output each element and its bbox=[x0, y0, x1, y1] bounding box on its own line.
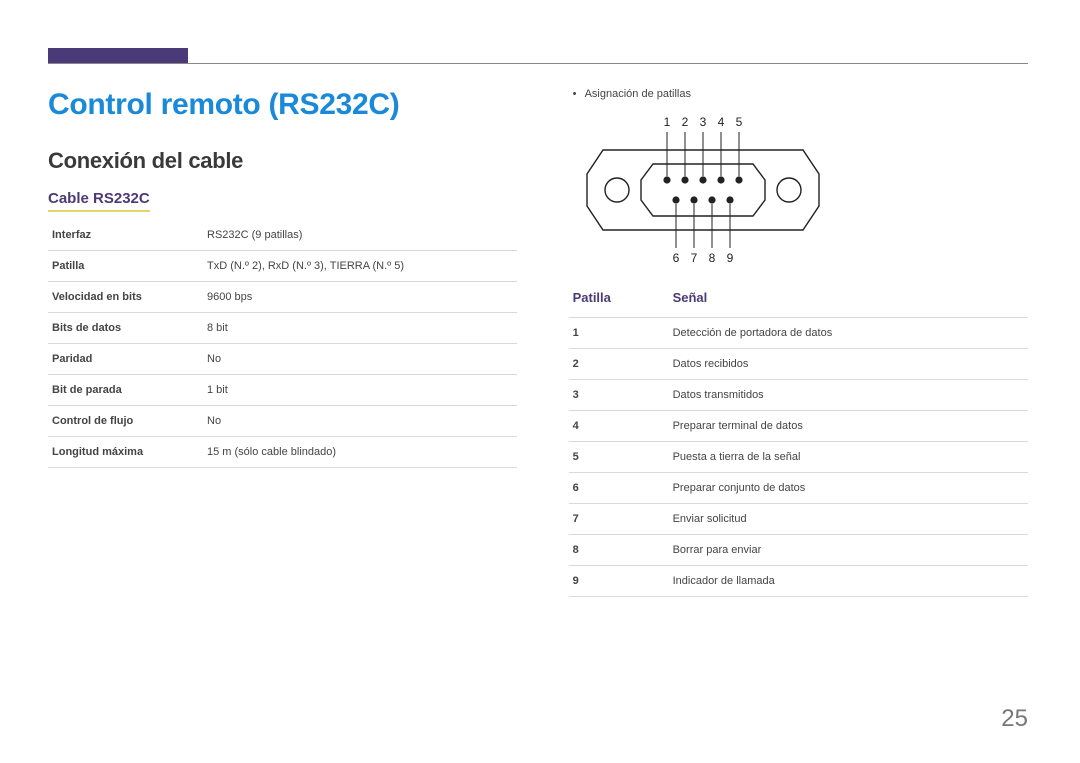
page-title: Control remoto (RS232C) bbox=[48, 88, 517, 122]
db9-connector-diagram: 1 2 3 4 5 6 7 8 9 bbox=[575, 110, 831, 270]
spec-key: Velocidad en bits bbox=[48, 281, 203, 312]
pin-number: 7 bbox=[569, 504, 669, 535]
page-content: Control remoto (RS232C) Conexión del cab… bbox=[48, 88, 1028, 597]
spec-value: 1 bit bbox=[203, 374, 517, 405]
pin-label-top-5: 5 bbox=[735, 115, 742, 129]
spec-key: Bits de datos bbox=[48, 312, 203, 343]
pin-label-bottom-9: 9 bbox=[726, 251, 733, 265]
spec-key: Interfaz bbox=[48, 220, 203, 251]
section-heading: Conexión del cable bbox=[48, 148, 517, 174]
chapter-tab bbox=[48, 48, 188, 63]
pin-number: 6 bbox=[569, 473, 669, 504]
table-row: 7Enviar solicitud bbox=[569, 504, 1028, 535]
page-number: 25 bbox=[1001, 705, 1028, 733]
pin-signal: Datos recibidos bbox=[669, 349, 1028, 380]
spec-key: Control de flujo bbox=[48, 405, 203, 436]
pin-header-col1: Patilla bbox=[569, 280, 669, 318]
right-column: •Asignación de patillas bbox=[569, 88, 1028, 597]
spec-value: 8 bit bbox=[203, 312, 517, 343]
pin-label-top-1: 1 bbox=[663, 115, 670, 129]
pin-number: 8 bbox=[569, 535, 669, 566]
table-row: 3Datos transmitidos bbox=[569, 380, 1028, 411]
table-row: Control de flujoNo bbox=[48, 405, 517, 436]
spec-value: 15 m (sólo cable blindado) bbox=[203, 436, 517, 467]
pin-header-col2: Señal bbox=[669, 280, 1028, 318]
pin-label-bottom-6: 6 bbox=[672, 251, 679, 265]
table-row: 9Indicador de llamada bbox=[569, 566, 1028, 597]
table-row: InterfazRS232C (9 patillas) bbox=[48, 220, 517, 251]
pin-label-top-2: 2 bbox=[681, 115, 688, 129]
pin-signal: Preparar conjunto de datos bbox=[669, 473, 1028, 504]
pin-signal: Datos transmitidos bbox=[669, 380, 1028, 411]
bullet-icon: • bbox=[573, 88, 585, 100]
table-row: ParidadNo bbox=[48, 343, 517, 374]
table-row: 4Preparar terminal de datos bbox=[569, 411, 1028, 442]
pin-signal: Preparar terminal de datos bbox=[669, 411, 1028, 442]
table-row: 1Detección de portadora de datos bbox=[569, 318, 1028, 349]
table-row: 6Preparar conjunto de datos bbox=[569, 473, 1028, 504]
pin-number: 2 bbox=[569, 349, 669, 380]
pin-number: 3 bbox=[569, 380, 669, 411]
table-row: PatillaTxD (N.º 2), RxD (N.º 3), TIERRA … bbox=[48, 250, 517, 281]
pin-signal: Indicador de llamada bbox=[669, 566, 1028, 597]
spec-table: InterfazRS232C (9 patillas)PatillaTxD (N… bbox=[48, 220, 517, 468]
table-row: Longitud máxima15 m (sólo cable blindado… bbox=[48, 436, 517, 467]
spec-key: Longitud máxima bbox=[48, 436, 203, 467]
pin-signal: Enviar solicitud bbox=[669, 504, 1028, 535]
table-row: Bit de parada1 bit bbox=[48, 374, 517, 405]
pin-label-bottom-7: 7 bbox=[690, 251, 697, 265]
pin-signal-table: Patilla Señal 1Detección de portadora de… bbox=[569, 280, 1028, 597]
assignment-label: Asignación de patillas bbox=[585, 88, 691, 100]
subsection-heading: Cable RS232C bbox=[48, 190, 517, 212]
table-row: 8Borrar para enviar bbox=[569, 535, 1028, 566]
spec-key: Patilla bbox=[48, 250, 203, 281]
pin-number: 5 bbox=[569, 442, 669, 473]
pin-label-top-4: 4 bbox=[717, 115, 724, 129]
table-row: Velocidad en bits9600 bps bbox=[48, 281, 517, 312]
pin-signal: Puesta a tierra de la señal bbox=[669, 442, 1028, 473]
spec-key: Paridad bbox=[48, 343, 203, 374]
spec-value: No bbox=[203, 405, 517, 436]
pin-signal: Detección de portadora de datos bbox=[669, 318, 1028, 349]
table-row: 5Puesta a tierra de la señal bbox=[569, 442, 1028, 473]
assignment-bullet: •Asignación de patillas bbox=[569, 88, 1028, 100]
spec-key: Bit de parada bbox=[48, 374, 203, 405]
pin-label-bottom-8: 8 bbox=[708, 251, 715, 265]
spec-value: No bbox=[203, 343, 517, 374]
spec-value: 9600 bps bbox=[203, 281, 517, 312]
table-row: 2Datos recibidos bbox=[569, 349, 1028, 380]
pin-signal: Borrar para enviar bbox=[669, 535, 1028, 566]
table-row: Bits de datos8 bit bbox=[48, 312, 517, 343]
pin-label-top-3: 3 bbox=[699, 115, 706, 129]
pin-number: 4 bbox=[569, 411, 669, 442]
top-rule bbox=[48, 63, 1028, 64]
left-column: Control remoto (RS232C) Conexión del cab… bbox=[48, 88, 517, 597]
spec-value: TxD (N.º 2), RxD (N.º 3), TIERRA (N.º 5) bbox=[203, 250, 517, 281]
spec-value: RS232C (9 patillas) bbox=[203, 220, 517, 251]
pin-number: 9 bbox=[569, 566, 669, 597]
pin-number: 1 bbox=[569, 318, 669, 349]
subsection-label: Cable RS232C bbox=[48, 191, 150, 212]
